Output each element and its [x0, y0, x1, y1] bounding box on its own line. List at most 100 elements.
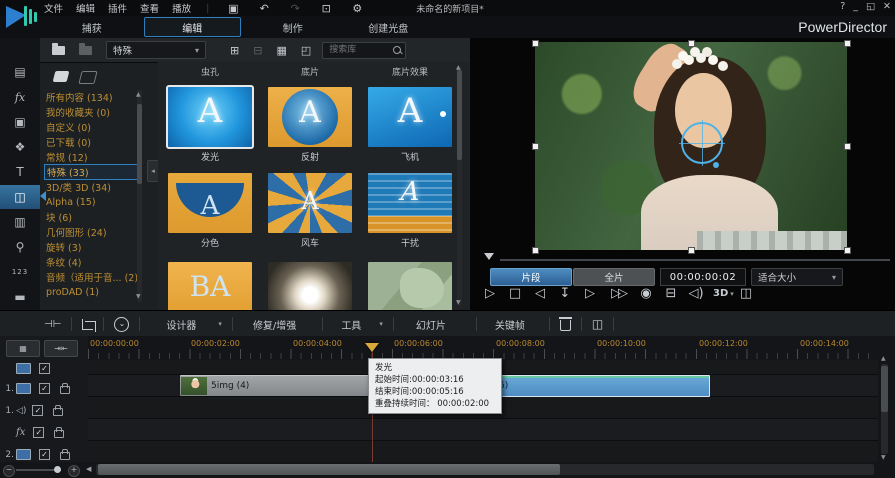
- track-enable-checkbox[interactable]: [39, 383, 50, 394]
- preview-playhead[interactable]: [484, 253, 494, 260]
- category-downloaded[interactable]: 已下载 (0): [46, 135, 138, 149]
- playhead-marker[interactable]: [365, 343, 379, 352]
- scroll-up-icon[interactable]: ▲: [136, 92, 141, 98]
- effect-thumb-split[interactable]: A: [168, 173, 252, 233]
- category-general[interactable]: 常规 (12): [46, 150, 138, 164]
- help-button[interactable]: ?: [840, 1, 845, 12]
- movie-mode-button[interactable]: 全片: [573, 268, 655, 286]
- category-special[interactable]: 特殊 (33): [44, 164, 142, 180]
- category-list-scrollbar[interactable]: [137, 90, 142, 302]
- particle-room-icon[interactable]: ❖: [0, 135, 40, 159]
- title-room-icon[interactable]: T: [0, 160, 40, 184]
- delete-button[interactable]: [560, 317, 571, 331]
- menu-file[interactable]: 文件: [44, 1, 63, 15]
- category-audio[interactable]: 音频（适用于音... (2): [46, 270, 138, 284]
- selection-handle-s[interactable]: [688, 247, 695, 254]
- menu-play[interactable]: 播放: [172, 1, 191, 15]
- download-icon[interactable]: [79, 46, 92, 55]
- slideshow-button[interactable]: 幻灯片: [416, 317, 446, 332]
- preview-quality-button[interactable]: ⊟: [663, 286, 679, 301]
- effect-thumb-partial-2[interactable]: [268, 262, 352, 310]
- effect-thumb-noise[interactable]: A: [368, 173, 452, 233]
- effect-thumb-plane[interactable]: A: [368, 87, 452, 147]
- grid-scroll-up-icon[interactable]: ▲: [456, 65, 461, 71]
- selection-handle-e[interactable]: [844, 143, 851, 150]
- tab-produce[interactable]: 制作: [245, 16, 341, 38]
- category-custom[interactable]: 自定义 (0): [46, 120, 138, 134]
- category-block[interactable]: 块 (6): [46, 210, 138, 224]
- menu-view[interactable]: 查看: [140, 1, 159, 15]
- split-button[interactable]: ⊣⊢: [44, 319, 61, 330]
- menu-edit[interactable]: 编辑: [76, 1, 95, 15]
- selection-handle-sw[interactable]: [532, 247, 539, 254]
- effect-thumb-partial-3[interactable]: [368, 262, 452, 310]
- selection-handle-nw[interactable]: [532, 40, 539, 47]
- timeline-horizontal-scrollbar[interactable]: [96, 464, 874, 475]
- pip-objects-room-icon[interactable]: ▣: [0, 110, 40, 134]
- previous-frame-button[interactable]: ◁: [532, 286, 548, 301]
- track-lock-icon[interactable]: [60, 452, 70, 460]
- undo-icon[interactable]: ↶: [255, 2, 273, 15]
- hscroll-left-arrow-icon[interactable]: ◀: [86, 465, 91, 473]
- category-prodad[interactable]: proDAD (1): [46, 285, 138, 299]
- category-alpha[interactable]: Alpha (15): [46, 195, 138, 209]
- category-favorites[interactable]: 我的收藏夹 (0): [46, 105, 138, 119]
- chapter-room-icon[interactable]: 123: [0, 260, 40, 284]
- transition-room-icon[interactable]: ◫: [0, 185, 40, 209]
- category-3d[interactable]: 3D/类 3D (34): [46, 180, 138, 194]
- category-filter-dropdown[interactable]: 特殊: [106, 41, 206, 59]
- stop-button[interactable]: □: [507, 286, 523, 301]
- add-folder-icon[interactable]: ⊞: [230, 44, 239, 57]
- designer-button[interactable]: 设计器▾: [166, 317, 222, 332]
- zoom-slider-track[interactable]: [16, 469, 56, 471]
- timeline-vertical-scrollbar[interactable]: [881, 364, 888, 454]
- fast-forward-button[interactable]: ▷▷: [607, 286, 629, 301]
- selection-handle-w[interactable]: [532, 143, 539, 150]
- restore-button[interactable]: ◱: [866, 1, 875, 12]
- media-room-icon[interactable]: ▤: [0, 60, 40, 84]
- transition-direction-gizmo[interactable]: [681, 122, 723, 164]
- timecode-display[interactable]: 00:00:00:02: [660, 268, 746, 286]
- track-lock-icon[interactable]: [60, 386, 70, 394]
- timeline-scroll-down-icon[interactable]: ▼: [881, 455, 886, 461]
- favorite-tag-icon[interactable]: [53, 71, 70, 82]
- track-enable-checkbox[interactable]: [32, 405, 43, 416]
- untag-icon[interactable]: [78, 71, 97, 84]
- minimize-button[interactable]: _: [853, 1, 858, 12]
- track-lock-icon[interactable]: [53, 408, 63, 416]
- grid-scrollbar[interactable]: [457, 66, 462, 306]
- tools-button[interactable]: 工具▾: [341, 317, 383, 332]
- effect-thumb-reflect[interactable]: A: [268, 87, 352, 147]
- clip-mode-button[interactable]: 片段: [490, 268, 572, 286]
- search-icon[interactable]: [393, 46, 401, 54]
- selection-handle-se[interactable]: [844, 247, 851, 254]
- tab-create-disc[interactable]: 创建光盘: [341, 16, 437, 38]
- next-frame-button[interactable]: ▷: [582, 286, 598, 301]
- grid-view-icon[interactable]: ▦: [276, 44, 286, 57]
- preview-seekbar[interactable]: [500, 259, 890, 261]
- track-lock-icon[interactable]: [54, 430, 64, 438]
- zoom-fit-dropdown[interactable]: 适合大小: [751, 268, 843, 286]
- step-button[interactable]: ↧: [557, 286, 573, 301]
- effect-thumb-pinwheel[interactable]: A: [268, 173, 352, 233]
- snapshot-button[interactable]: ◉: [638, 286, 654, 301]
- thumbnail-size-icon[interactable]: ◰: [301, 44, 311, 57]
- undock-preview-button[interactable]: ◫: [738, 286, 754, 301]
- crop-button[interactable]: [82, 319, 93, 330]
- selection-handle-n[interactable]: [688, 40, 695, 47]
- selection-handle-ne[interactable]: [844, 40, 851, 47]
- tab-edit[interactable]: 编辑: [144, 17, 242, 37]
- menu-plugins[interactable]: 插件: [108, 1, 127, 15]
- category-stripe[interactable]: 条纹 (4): [46, 255, 138, 269]
- voiceover-room-icon[interactable]: ⚲: [0, 235, 40, 259]
- import-media-icon[interactable]: [52, 46, 65, 55]
- redo-icon[interactable]: ↷: [286, 2, 304, 15]
- hscroll-thumb[interactable]: [98, 464, 560, 475]
- tab-capture[interactable]: 捕获: [44, 16, 140, 38]
- category-geometry[interactable]: 几何图形 (24): [46, 225, 138, 239]
- timeline-scroll-up-icon[interactable]: ▲: [881, 356, 886, 362]
- track-enable-checkbox[interactable]: [39, 363, 50, 374]
- keyframe-button[interactable]: 关键帧: [495, 317, 525, 332]
- room-panel-button[interactable]: ◫: [592, 317, 603, 331]
- fix-enhance-button[interactable]: 修复/增强: [253, 317, 296, 332]
